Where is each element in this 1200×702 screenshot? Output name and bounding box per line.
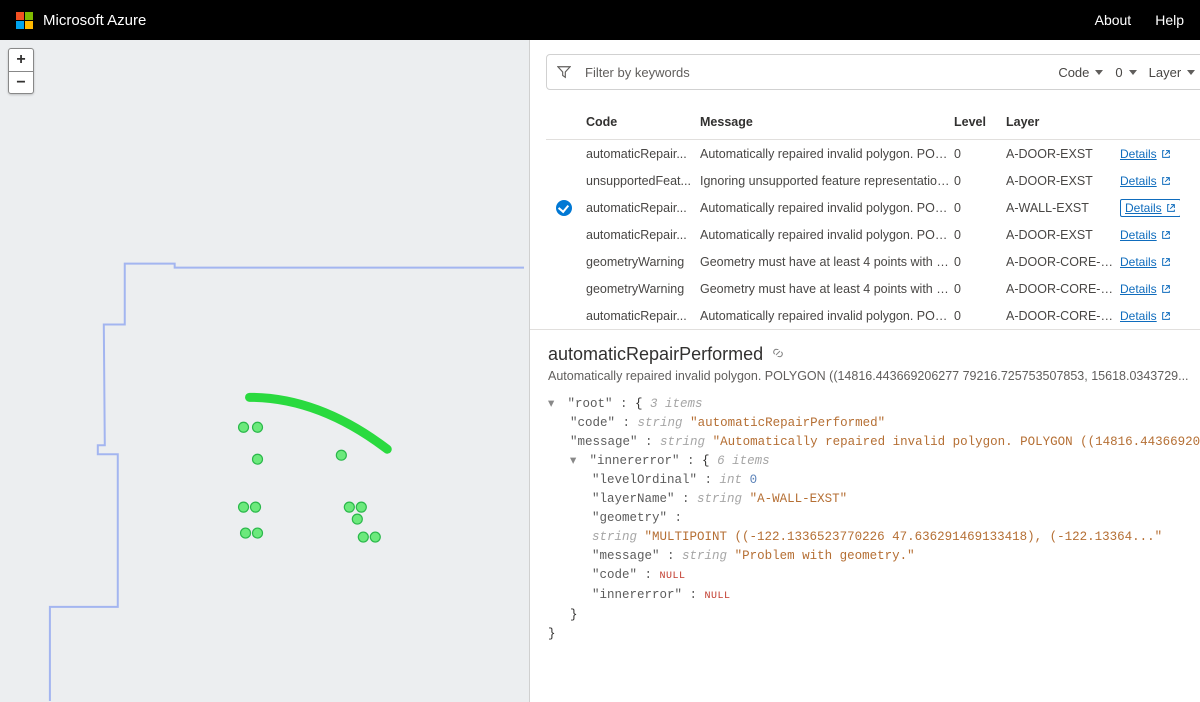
cell-level: 0 [954, 147, 1002, 161]
col-layer: Layer [1006, 115, 1116, 129]
cell-message: Automatically repaired invalid polygon. … [700, 309, 950, 323]
detail-subtitle: Automatically repaired invalid polygon. … [548, 369, 1200, 383]
col-message: Message [700, 115, 950, 129]
external-link-icon [1161, 149, 1171, 159]
cell-level: 0 [954, 255, 1002, 269]
cell-layer: A-DOOR-EXST [1006, 228, 1116, 242]
cell-level: 0 [954, 174, 1002, 188]
app-header: Microsoft Azure About Help [0, 0, 1200, 40]
details-link[interactable]: Details [1120, 228, 1171, 242]
details-link[interactable]: Details [1120, 174, 1171, 188]
check-circle-icon [556, 200, 572, 216]
filter-bar: Code 0 Layer [546, 54, 1200, 90]
details-link[interactable]: Details [1120, 282, 1171, 296]
cell-message: Automatically repaired invalid polygon. … [700, 147, 950, 161]
link-icon[interactable] [771, 346, 785, 363]
detail-panel: automaticRepairPerformed Automatically r… [530, 329, 1200, 702]
table-row[interactable]: geometryWarning Geometry must have at lea… [546, 248, 1200, 275]
table-row[interactable]: automaticRepair... Automatically repaired… [546, 221, 1200, 248]
cell-code: geometryWarning [586, 255, 696, 269]
toggle-icon[interactable]: ▾ [570, 452, 582, 471]
json-viewer: ▾ "root" : { 3 items "code" : string "au… [548, 395, 1200, 644]
table-row[interactable]: geometryWarning Geometry must have at lea… [546, 275, 1200, 302]
cell-code: automaticRepair... [586, 309, 696, 323]
details-link[interactable]: Details [1120, 309, 1171, 323]
details-link[interactable]: Details [1120, 147, 1171, 161]
map-pane[interactable]: + − [0, 40, 530, 702]
external-link-icon [1161, 284, 1171, 294]
table-row[interactable]: automaticRepair... Automatically repaired… [546, 302, 1200, 329]
cell-code: automaticRepair... [586, 228, 696, 242]
external-link-icon [1161, 311, 1171, 321]
external-link-icon [1161, 176, 1171, 186]
cell-message: Geometry must have at least 4 points wit… [700, 282, 950, 296]
nav-help[interactable]: Help [1155, 12, 1184, 28]
map-points [239, 422, 381, 542]
cell-level: 0 [954, 228, 1002, 242]
cell-layer: A-DOOR-CORE-EXST [1006, 255, 1116, 269]
filter-layer-dropdown[interactable]: Layer [1149, 65, 1196, 80]
cell-code: automaticRepair... [586, 147, 696, 161]
cell-layer: A-WALL-EXST [1006, 201, 1116, 215]
cell-layer: A-DOOR-CORE-EXST [1006, 309, 1116, 323]
chevron-down-icon [1187, 70, 1195, 75]
external-link-icon [1161, 230, 1171, 240]
cell-level: 0 [954, 282, 1002, 296]
chevron-down-icon [1129, 70, 1137, 75]
col-code: Code [586, 115, 696, 129]
filter-icon [557, 65, 571, 79]
chevron-down-icon [1095, 70, 1103, 75]
external-link-icon [1166, 203, 1176, 213]
cell-message: Automatically repaired invalid polygon. … [700, 228, 950, 242]
cell-layer: A-DOOR-EXST [1006, 147, 1116, 161]
external-link-icon [1161, 257, 1171, 267]
table-header: Code Message Level Layer [546, 104, 1200, 140]
filter-input[interactable] [583, 64, 1046, 81]
errors-table: Code Message Level Layer automaticRepair… [530, 104, 1200, 329]
cell-layer: A-DOOR-CORE-EXST [1006, 282, 1116, 296]
table-row[interactable]: unsupportedFeat... Ignoring unsupported f… [546, 167, 1200, 194]
col-level: Level [954, 115, 1002, 129]
details-link[interactable]: Details [1120, 199, 1180, 217]
map-polyline [50, 264, 524, 701]
cell-code: geometryWarning [586, 282, 696, 296]
filter-code-dropdown[interactable]: Code [1058, 65, 1103, 80]
brand-label: Microsoft Azure [43, 12, 146, 29]
nav-about[interactable]: About [1095, 12, 1132, 28]
detail-title: automaticRepairPerformed [548, 344, 763, 365]
cell-layer: A-DOOR-EXST [1006, 174, 1116, 188]
microsoft-logo-icon [16, 12, 33, 29]
cell-code: automaticRepair... [586, 201, 696, 215]
toggle-icon[interactable]: ▾ [548, 395, 560, 414]
cell-level: 0 [954, 201, 1002, 215]
table-row[interactable]: automaticRepair... Automatically repaired… [546, 140, 1200, 167]
table-row[interactable]: automaticRepair... Automatically repaired… [546, 194, 1200, 221]
cell-message: Geometry must have at least 4 points wit… [700, 255, 950, 269]
cell-code: unsupportedFeat... [586, 174, 696, 188]
cell-message: Ignoring unsupported feature representat… [700, 174, 950, 188]
map-arc [250, 397, 388, 449]
filter-level-dropdown[interactable]: 0 [1115, 65, 1136, 80]
cell-message: Automatically repaired invalid polygon. … [700, 201, 950, 215]
map-canvas [0, 40, 529, 701]
details-link[interactable]: Details [1120, 255, 1171, 269]
cell-level: 0 [954, 309, 1002, 323]
right-pane: Code 0 Layer Code Message Level Layer au… [530, 40, 1200, 702]
